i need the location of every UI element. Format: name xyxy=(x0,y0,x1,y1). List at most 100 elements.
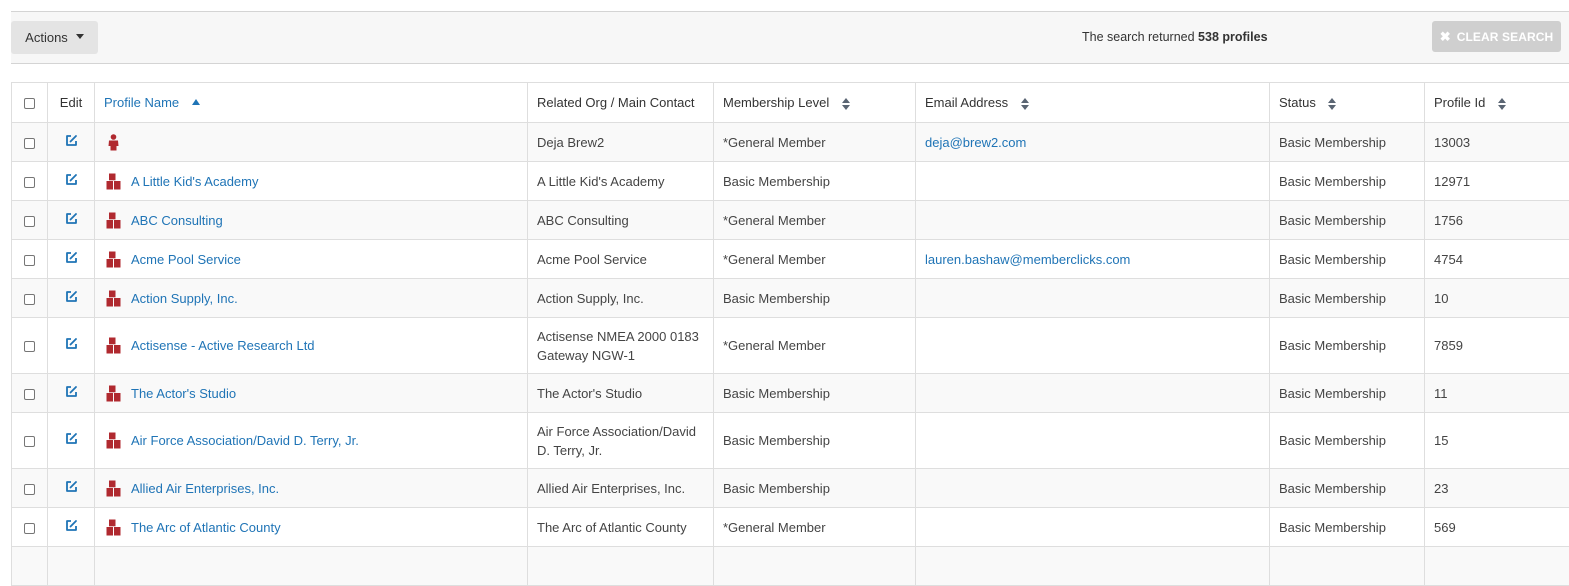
profile-id-column-header[interactable]: Profile Id xyxy=(1425,83,1569,123)
row-checkbox[interactable] xyxy=(24,484,35,495)
row-checkbox[interactable] xyxy=(24,177,35,188)
sort-both-icon xyxy=(1328,98,1336,110)
table-row: Acme Pool ServiceAcme Pool Service*Gener… xyxy=(12,240,1569,279)
profile-id-cell: 15 xyxy=(1425,413,1569,469)
select-all-header xyxy=(12,83,48,123)
related-org-column-header[interactable]: Related Org / Main Contact xyxy=(528,83,714,123)
related-org-cell: Actisense NMEA 2000 0183 Gateway NGW-1 xyxy=(528,318,714,374)
edit-square-icon[interactable] xyxy=(65,431,78,450)
email-cell xyxy=(916,413,1270,469)
edit-square-icon[interactable] xyxy=(65,250,78,269)
row-checkbox[interactable] xyxy=(24,389,35,400)
row-edit-cell xyxy=(48,508,95,547)
profile-id-cell xyxy=(1425,547,1569,586)
profile-name-link[interactable]: The Actor's Studio xyxy=(131,384,236,403)
membership-level-cell: *General Member xyxy=(714,318,916,374)
related-org-cell: Deja Brew2 xyxy=(528,123,714,162)
status-cell: Basic Membership xyxy=(1270,469,1425,508)
email-link[interactable]: lauren.bashaw@memberclicks.com xyxy=(925,252,1130,267)
select-all-checkbox[interactable] xyxy=(24,98,35,109)
profile-name-link[interactable]: The Arc of Atlantic County xyxy=(131,518,281,537)
row-edit-cell xyxy=(48,374,95,413)
profile-name-wrapper xyxy=(106,134,518,151)
email-cell xyxy=(916,279,1270,318)
row-checkbox[interactable] xyxy=(24,138,35,149)
row-select-cell xyxy=(12,123,48,162)
organization-blocks-icon xyxy=(106,385,121,402)
caret-down-icon xyxy=(76,34,84,39)
edit-square-icon[interactable] xyxy=(65,479,78,498)
row-select-cell xyxy=(12,508,48,547)
row-checkbox[interactable] xyxy=(24,341,35,352)
status-column-header[interactable]: Status xyxy=(1270,83,1425,123)
row-edit-cell xyxy=(48,201,95,240)
related-org-cell: Allied Air Enterprises, Inc. xyxy=(528,469,714,508)
search-result-summary: The search returned 538 profiles xyxy=(1082,30,1268,44)
edit-square-icon[interactable] xyxy=(65,172,78,191)
status-cell: Basic Membership xyxy=(1270,413,1425,469)
row-checkbox[interactable] xyxy=(24,523,35,534)
membership-level-column-header[interactable]: Membership Level xyxy=(714,83,916,123)
edit-square-icon[interactable] xyxy=(65,336,78,355)
clear-search-button[interactable]: ✖ CLEAR SEARCH xyxy=(1432,21,1561,52)
profile-name-link[interactable]: Action Supply, Inc. xyxy=(131,289,238,308)
email-link[interactable]: deja@brew2.com xyxy=(925,135,1026,150)
clear-search-label: CLEAR SEARCH xyxy=(1457,30,1554,44)
sort-both-icon xyxy=(842,98,850,110)
profile-name-wrapper: Air Force Association/David D. Terry, Jr… xyxy=(106,431,518,450)
profile-name-header-label: Profile Name xyxy=(104,95,179,110)
row-checkbox[interactable] xyxy=(24,436,35,447)
profile-id-header-label: Profile Id xyxy=(1434,95,1485,110)
related-org-cell: ABC Consulting xyxy=(528,201,714,240)
status-cell: Basic Membership xyxy=(1270,508,1425,547)
sort-both-icon xyxy=(1498,98,1506,110)
profile-name-column-header[interactable]: Profile Name xyxy=(95,83,528,123)
edit-square-icon[interactable] xyxy=(65,518,78,537)
table-row: Allied Air Enterprises, Inc. Allied Air E… xyxy=(12,469,1569,508)
profile-id-cell: 7859 xyxy=(1425,318,1569,374)
table-row: Action Supply, Inc. Action Supply, Inc. Ba… xyxy=(12,279,1569,318)
edit-square-icon[interactable] xyxy=(65,211,78,230)
related-org-cell: Air Force Association/David D. Terry, Jr… xyxy=(528,413,714,469)
profile-name-link[interactable]: Acme Pool Service xyxy=(131,250,241,269)
profile-id-cell: 11 xyxy=(1425,374,1569,413)
table-row: ABC ConsultingABC Consulting*General Mem… xyxy=(12,201,1569,240)
profile-name-link[interactable]: Actisense - Active Research Ltd xyxy=(131,336,315,355)
email-cell xyxy=(916,469,1270,508)
status-cell: Basic Membership xyxy=(1270,279,1425,318)
edit-square-icon[interactable] xyxy=(65,133,78,152)
organization-blocks-icon xyxy=(106,432,121,449)
profile-name-link[interactable]: Air Force Association/David D. Terry, Jr… xyxy=(131,431,359,450)
edit-square-icon[interactable] xyxy=(65,384,78,403)
table-row: Actisense - Active Research Ltd Actisense… xyxy=(12,318,1569,374)
email-column-header[interactable]: Email Address xyxy=(916,83,1270,123)
row-checkbox[interactable] xyxy=(24,294,35,305)
membership-level-cell: *General Member xyxy=(714,201,916,240)
row-select-cell xyxy=(12,547,48,586)
profile-name-cell: A Little Kid's Academy xyxy=(95,162,528,201)
row-checkbox[interactable] xyxy=(24,255,35,266)
actions-dropdown-button[interactable]: Actions xyxy=(11,21,98,54)
related-org-cell xyxy=(528,547,714,586)
email-cell xyxy=(916,547,1270,586)
membership-level-cell: Basic Membership xyxy=(714,413,916,469)
related-org-cell: Action Supply, Inc. xyxy=(528,279,714,318)
person-icon xyxy=(106,134,121,151)
membership-level-cell: *General Member xyxy=(714,508,916,547)
related-org-cell: Acme Pool Service xyxy=(528,240,714,279)
row-checkbox[interactable] xyxy=(24,216,35,227)
edit-square-icon[interactable] xyxy=(65,289,78,308)
profile-name-cell: Acme Pool Service xyxy=(95,240,528,279)
row-select-cell xyxy=(12,469,48,508)
row-select-cell xyxy=(12,279,48,318)
profile-name-link[interactable]: Allied Air Enterprises, Inc. xyxy=(131,479,279,498)
membership-level-cell: *General Member xyxy=(714,123,916,162)
membership-level-cell xyxy=(714,547,916,586)
search-toolbar: Actions The search returned 538 profiles… xyxy=(11,12,1569,64)
profile-name-cell xyxy=(95,547,528,586)
profile-name-cell: Actisense - Active Research Ltd xyxy=(95,318,528,374)
profile-name-wrapper: Allied Air Enterprises, Inc. xyxy=(106,479,518,498)
profile-name-link[interactable]: A Little Kid's Academy xyxy=(131,172,259,191)
profile-name-wrapper: The Actor's Studio xyxy=(106,384,518,403)
profile-name-link[interactable]: ABC Consulting xyxy=(131,211,223,230)
